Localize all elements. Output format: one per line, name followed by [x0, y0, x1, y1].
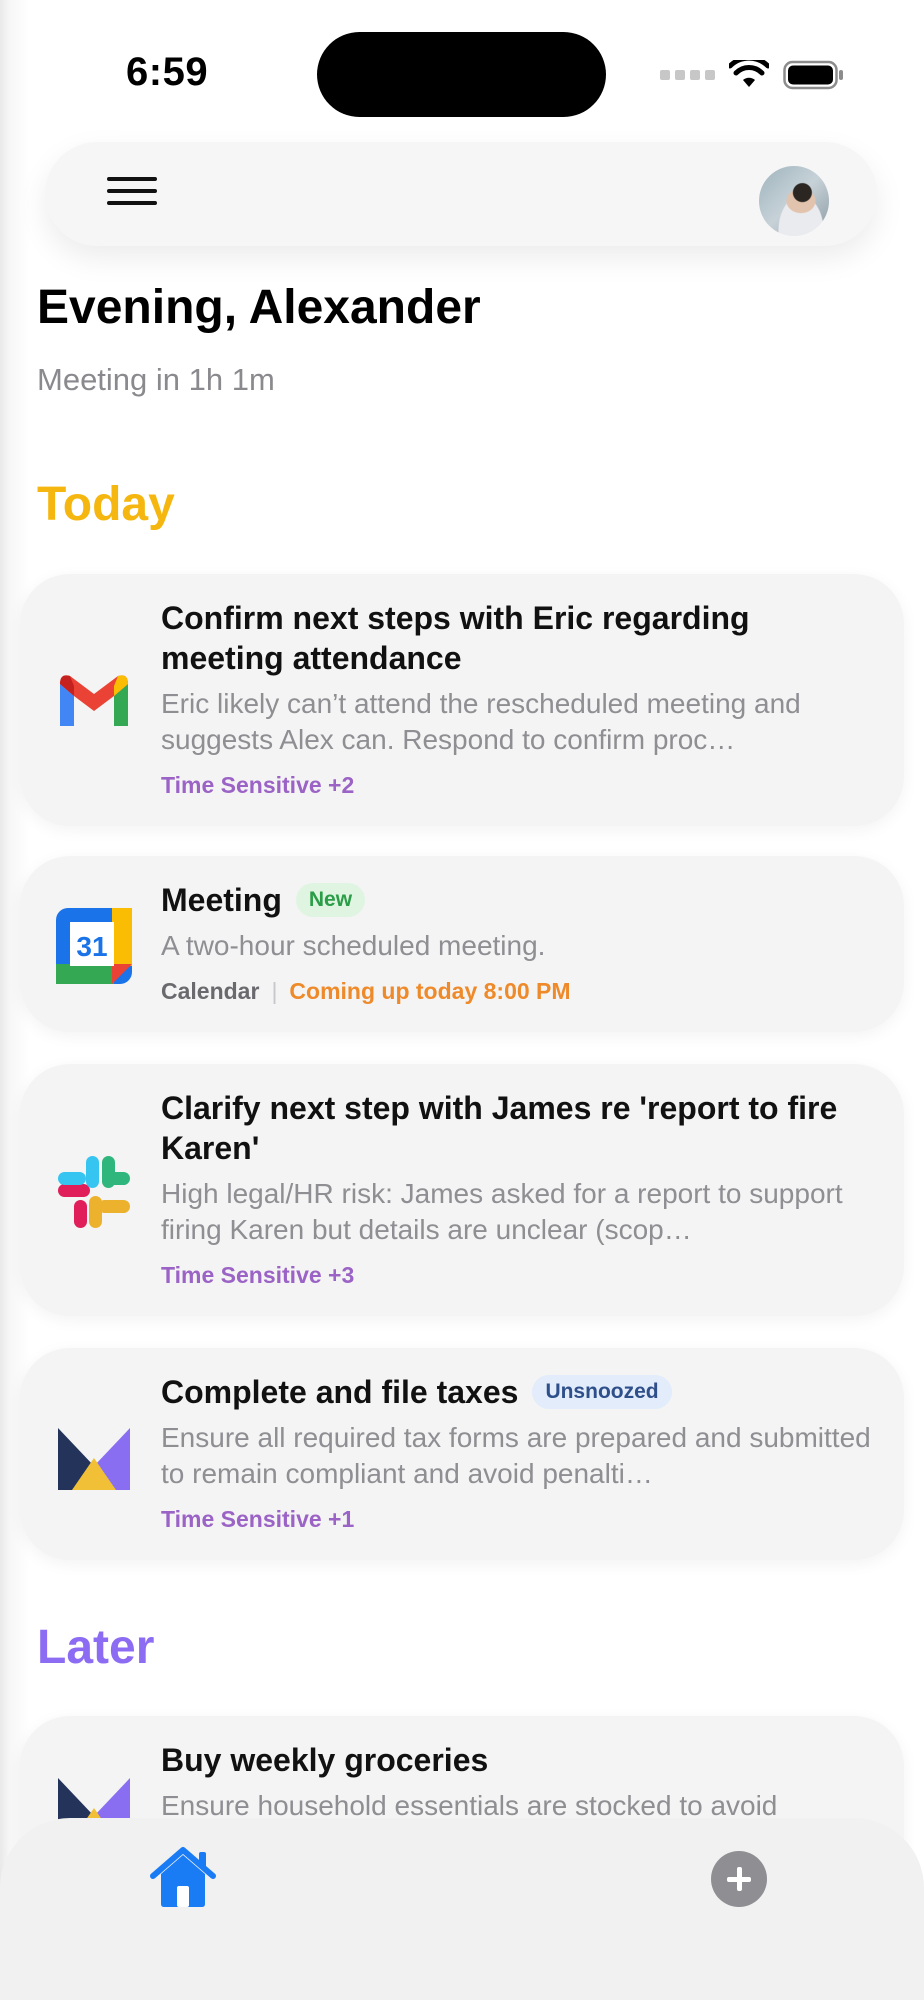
task-card-clarify-james[interactable]: Clarify next step with James re 'report … [20, 1064, 904, 1316]
card-title: Confirm next steps with Eric regarding m… [161, 600, 750, 676]
page-title: Evening, Alexander [37, 281, 481, 334]
card-title: Meeting [161, 882, 282, 918]
task-card-confirm-eric[interactable]: Confirm next steps with Eric regarding m… [20, 574, 904, 826]
next-meeting-subtitle: Meeting in 1h 1m [37, 362, 275, 397]
card-body: Clarify next step with James re 'report … [161, 1088, 872, 1290]
card-body: Confirm next steps with Eric regarding m… [161, 598, 872, 800]
wifi-icon [729, 60, 769, 87]
new-badge: New [295, 883, 366, 917]
svg-text:31: 31 [76, 931, 107, 962]
card-title-row: Meeting New [161, 880, 872, 920]
top-bar [45, 142, 877, 246]
card-title: Clarify next step with James re 'report … [161, 1090, 838, 1166]
card-body: Complete and file taxes Unsnoozed Ensure… [161, 1372, 872, 1534]
time-sensitive-label: Time Sensitive +2 [161, 772, 355, 798]
app-logo-icon [58, 1428, 130, 1490]
cellular-signal-icon [660, 70, 715, 80]
card-description: A two-hour scheduled meeting. [161, 930, 546, 961]
coming-up-label: Coming up today 8:00 PM [289, 978, 571, 1004]
card-body: Buy weekly groceries Ensure household es… [161, 1740, 872, 1824]
card-title: Buy weekly groceries [161, 1742, 489, 1778]
dynamic-island [317, 32, 606, 117]
time-sensitive-label: Time Sensitive +1 [161, 1506, 355, 1532]
meta-divider: | [271, 978, 278, 1004]
bottom-tab-bar [0, 1818, 924, 2000]
unsnoozed-badge: Unsnoozed [532, 1375, 672, 1409]
card-description: Ensure all required tax forms are prepar… [161, 1422, 871, 1489]
avatar[interactable] [759, 166, 829, 236]
card-body: Meeting New A two-hour scheduled meeting… [161, 880, 872, 1006]
google-calendar-icon: 31 [56, 908, 132, 984]
card-title-row: Complete and file taxes Unsnoozed [161, 1372, 872, 1412]
screen: 6:59 Evening, Alexander Meeting in 1h 1m… [0, 0, 924, 2000]
time-sensitive-label: Time Sensitive +3 [161, 1262, 355, 1288]
task-card-meeting[interactable]: 31 Meeting New A two-hour scheduled meet… [20, 856, 904, 1032]
gmail-icon [60, 675, 128, 726]
system-icons [660, 55, 845, 95]
battery-icon [783, 60, 843, 90]
card-title: Complete and file taxes [161, 1374, 519, 1410]
status-bar: 6:59 [0, 0, 924, 140]
section-title-later: Later [37, 1621, 155, 1674]
task-card-file-taxes[interactable]: Complete and file taxes Unsnoozed Ensure… [20, 1348, 904, 1560]
home-icon[interactable] [149, 1846, 217, 1908]
card-description: High legal/HR risk: James asked for a re… [161, 1178, 843, 1245]
source-label: Calendar [161, 978, 260, 1004]
slack-icon [58, 1156, 130, 1228]
add-task-button[interactable] [711, 1851, 767, 1907]
status-time: 6:59 [126, 50, 209, 94]
card-description: Eric likely can’t attend the rescheduled… [161, 688, 801, 755]
menu-icon[interactable] [107, 177, 161, 213]
section-title-today: Today [37, 478, 175, 531]
card-meta: Calendar | Coming up today 8:00 PM [161, 976, 872, 1006]
